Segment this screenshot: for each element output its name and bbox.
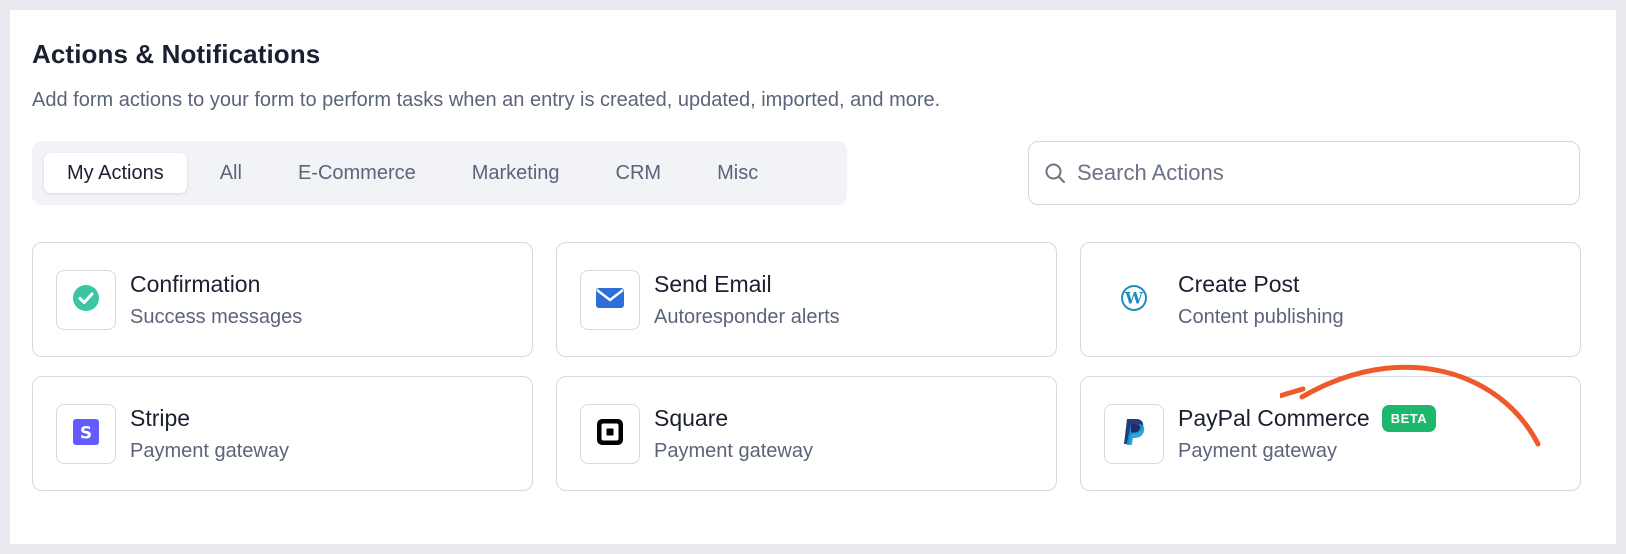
paypal-icon [1121, 417, 1147, 452]
icon-tile [580, 404, 640, 464]
tab-all[interactable]: All [197, 153, 265, 193]
action-name: Confirmation [130, 271, 261, 297]
action-card-paypal-commerce[interactable]: PayPal Commerce BETA Payment gateway [1080, 376, 1581, 491]
action-description: Autoresponder alerts [654, 306, 840, 328]
action-card-confirmation[interactable]: Confirmation Success messages [32, 242, 533, 357]
action-card-stripe[interactable]: S Stripe Payment gateway [32, 376, 533, 491]
check-circle-icon [72, 284, 100, 317]
stripe-icon: S [73, 418, 99, 450]
svg-text:S: S [80, 423, 92, 443]
action-name-text: PayPal Commerce [1178, 405, 1370, 431]
page-title: Actions & Notifications [32, 39, 321, 69]
envelope-icon [595, 286, 625, 315]
tab-my-actions[interactable]: My Actions [44, 153, 187, 193]
icon-tile [56, 270, 116, 330]
wordpress-icon: W [1119, 283, 1149, 318]
action-description: Payment gateway [1178, 440, 1337, 462]
action-name: Create Post [1178, 271, 1300, 297]
icon-tile: S [56, 404, 116, 464]
action-description: Payment gateway [654, 440, 813, 462]
svg-text:W: W [1124, 288, 1144, 307]
search-icon [1043, 161, 1067, 185]
action-description: Payment gateway [130, 440, 289, 462]
action-name: Square [654, 405, 729, 431]
icon-tile: W [1104, 270, 1164, 330]
search-input[interactable] [1077, 160, 1557, 186]
actions-panel: Actions & Notifications Add form actions… [10, 10, 1616, 544]
tab-crm[interactable]: CRM [593, 153, 685, 193]
action-card-create-post[interactable]: W Create Post Content publishing [1080, 242, 1581, 357]
action-name: Stripe [130, 405, 191, 431]
tab-marketing[interactable]: Marketing [449, 153, 583, 193]
icon-tile [1104, 404, 1164, 464]
action-card-square[interactable]: Square Payment gateway [556, 376, 1057, 491]
action-card-send-email[interactable]: Send Email Autoresponder alerts [556, 242, 1057, 357]
action-category-tabs: My Actions All E-Commerce Marketing CRM … [32, 141, 847, 205]
square-icon [597, 418, 623, 450]
tab-e-commerce[interactable]: E-Commerce [275, 153, 439, 193]
action-name: PayPal Commerce BETA [1178, 405, 1437, 432]
action-description: Success messages [130, 306, 303, 328]
beta-badge: BETA [1381, 405, 1437, 432]
tab-misc[interactable]: Misc [694, 153, 781, 193]
action-name: Send Email [654, 271, 772, 297]
page-subtitle: Add form actions to your form to perform… [32, 89, 941, 111]
action-description: Content publishing [1178, 306, 1344, 328]
search-box[interactable] [1028, 141, 1580, 205]
icon-tile [580, 270, 640, 330]
